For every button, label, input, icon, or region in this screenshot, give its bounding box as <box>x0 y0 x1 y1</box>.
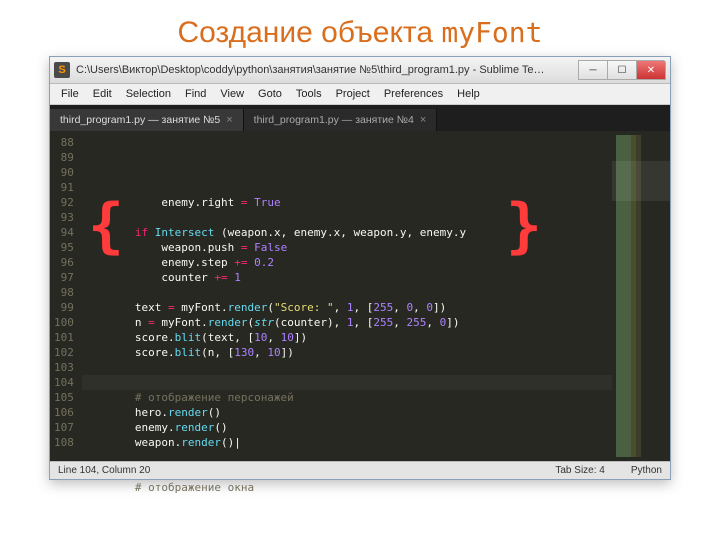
menu-tools[interactable]: Tools <box>289 86 329 102</box>
close-button[interactable]: ✕ <box>636 60 666 80</box>
slide-title: Создание объекта myFont <box>0 0 720 56</box>
code-line: score.blit(n, [130, 10]) <box>82 346 294 359</box>
app-window: S C:\Users\Виктор\Desktop\coddy\python\з… <box>49 56 671 480</box>
current-line-highlight <box>82 375 612 390</box>
line-number: 99 <box>54 300 74 315</box>
menu-help[interactable]: Help <box>450 86 487 102</box>
tab-label: third_program1.py — занятие №5 <box>60 114 220 126</box>
line-number: 106 <box>54 405 74 420</box>
code-line <box>82 451 89 464</box>
line-number: 97 <box>54 270 74 285</box>
line-number: 95 <box>54 240 74 255</box>
line-number: 94 <box>54 225 74 240</box>
status-language[interactable]: Python <box>631 465 662 476</box>
line-number: 98 <box>54 285 74 300</box>
code-line: # отображение окна <box>82 481 254 494</box>
code-line <box>82 361 89 374</box>
code-line: score.blit(text, [10, 10]) <box>82 331 307 344</box>
line-number: 91 <box>54 180 74 195</box>
window-title: C:\Users\Виктор\Desktop\coddy\python\зан… <box>76 64 579 76</box>
line-number: 107 <box>54 420 74 435</box>
line-number: 101 <box>54 330 74 345</box>
code-line <box>82 211 89 224</box>
minimap-viewport[interactable] <box>612 161 670 201</box>
menu-view[interactable]: View <box>213 86 251 102</box>
slide-title-text: Создание объекта <box>178 16 434 49</box>
line-number: 102 <box>54 345 74 360</box>
code-line: enemy.render() <box>82 421 228 434</box>
close-icon[interactable]: × <box>420 114 426 126</box>
code-area[interactable]: { } enemy.right = True if Intersect (wea… <box>82 131 612 461</box>
minimize-button[interactable]: ─ <box>578 60 608 80</box>
code-line <box>82 466 89 479</box>
menu-goto[interactable]: Goto <box>251 86 289 102</box>
app-icon: S <box>54 62 70 78</box>
annotation-brace-right: } <box>506 219 542 234</box>
menu-file[interactable]: File <box>54 86 86 102</box>
code-line: # отображение персонажей <box>82 391 294 404</box>
slide-title-mono: myFont <box>441 16 542 49</box>
minimap[interactable] <box>612 131 670 461</box>
code-line: text = myFont.render("Score: ", 1, [255,… <box>82 301 446 314</box>
tab-active[interactable]: third_program1.py — занятие №5 × <box>50 109 244 131</box>
line-number: 93 <box>54 210 74 225</box>
line-number: 89 <box>54 150 74 165</box>
close-icon[interactable]: × <box>226 114 232 126</box>
line-number: 90 <box>54 165 74 180</box>
code-line: n = myFont.render(str(counter), 1, [255,… <box>82 316 460 329</box>
code-line: weapon.push = False <box>82 241 287 254</box>
tab-inactive[interactable]: third_program1.py — занятие №4 × <box>244 109 438 131</box>
line-number: 103 <box>54 360 74 375</box>
line-number: 92 <box>54 195 74 210</box>
tab-label: third_program1.py — занятие №4 <box>254 114 414 126</box>
code-line <box>82 286 89 299</box>
statusbar: Line 104, Column 20 Tab Size: 4 Python <box>50 461 670 479</box>
menu-preferences[interactable]: Preferences <box>377 86 450 102</box>
code-line: weapon.render()| <box>82 436 241 449</box>
line-number: 100 <box>54 315 74 330</box>
code-line: counter += 1 <box>82 271 241 284</box>
code-line: if Intersect (weapon.x, enemy.x, weapon.… <box>82 226 466 239</box>
window-controls: ─ ☐ ✕ <box>579 60 666 80</box>
status-cursor[interactable]: Line 104, Column 20 <box>58 465 150 476</box>
status-tabsize[interactable]: Tab Size: 4 <box>555 465 604 476</box>
menu-edit[interactable]: Edit <box>86 86 119 102</box>
code-line: enemy.right = True <box>82 196 281 209</box>
tab-strip: third_program1.py — занятие №5 × third_p… <box>50 105 670 131</box>
line-number: 104 <box>54 375 74 390</box>
line-gutter: 88 89 90 91 92 93 94 95 96 97 98 99 100 … <box>50 131 82 461</box>
titlebar[interactable]: S C:\Users\Виктор\Desktop\coddy\python\з… <box>50 57 670 84</box>
menubar: File Edit Selection Find View Goto Tools… <box>50 84 670 105</box>
menu-selection[interactable]: Selection <box>119 86 178 102</box>
line-number: 105 <box>54 390 74 405</box>
line-number: 108 <box>54 435 74 450</box>
menu-find[interactable]: Find <box>178 86 213 102</box>
line-number: 88 <box>54 135 74 150</box>
code-line: enemy.step += 0.2 <box>82 256 274 269</box>
editor: 88 89 90 91 92 93 94 95 96 97 98 99 100 … <box>50 131 670 461</box>
code-line: hero.render() <box>82 406 221 419</box>
maximize-button[interactable]: ☐ <box>607 60 637 80</box>
menu-project[interactable]: Project <box>329 86 377 102</box>
line-number: 96 <box>54 255 74 270</box>
